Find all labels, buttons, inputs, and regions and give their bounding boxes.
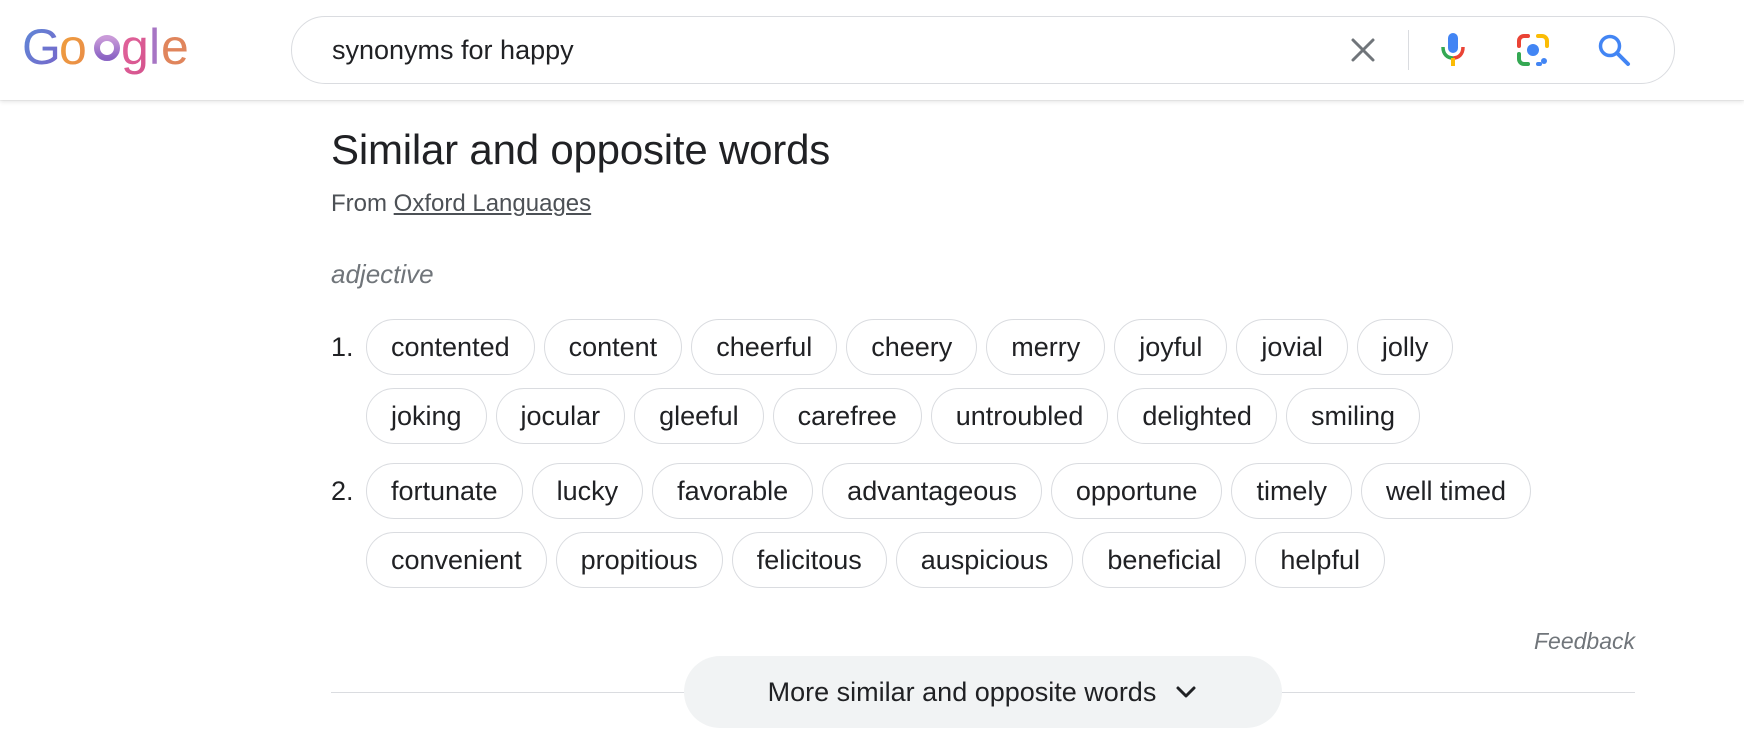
search-icon (1598, 34, 1630, 66)
synonym-chip[interactable]: jolly (1356, 319, 1454, 375)
search-box[interactable] (291, 16, 1675, 84)
svg-text:g: g (121, 19, 149, 75)
synonym-row: contented content cheerful cheery merry … (366, 319, 1454, 375)
svg-text:o: o (59, 19, 87, 75)
synonym-chip[interactable]: convenient (366, 532, 547, 588)
google-lens-icon (1517, 34, 1549, 66)
svg-text:G: G (22, 19, 61, 75)
synonym-chip[interactable]: jocular (495, 388, 626, 444)
synonym-chip[interactable]: merry (986, 319, 1106, 375)
synonym-chip[interactable]: felicitous (731, 532, 887, 588)
synonym-chip[interactable]: cheery (846, 319, 978, 375)
synonym-chip[interactable]: joking (366, 388, 487, 444)
synonym-chip[interactable]: cheerful (691, 319, 838, 375)
source-prefix: From (331, 190, 387, 217)
synonym-chip[interactable]: favorable (652, 463, 814, 519)
synonym-chip[interactable]: beneficial (1082, 532, 1247, 588)
synonym-chip[interactable]: untroubled (930, 388, 1109, 444)
synonym-chip[interactable]: auspicious (895, 532, 1074, 588)
synonym-chip[interactable]: delighted (1117, 388, 1277, 444)
voice-search-button[interactable] (1433, 30, 1473, 70)
synonym-chip[interactable]: smiling (1285, 388, 1420, 444)
synonym-chip[interactable]: propitious (555, 532, 723, 588)
search-input[interactable] (332, 17, 1272, 83)
close-icon (1351, 38, 1375, 62)
synonym-chip[interactable]: joyful (1114, 319, 1228, 375)
svg-text:l: l (149, 19, 160, 75)
feedback-link[interactable]: Feedback (1534, 628, 1635, 655)
synonym-chip[interactable]: content (543, 319, 683, 375)
sense-number: 1. (331, 332, 354, 362)
oxford-languages-link[interactable]: Oxford Languages (394, 190, 591, 217)
more-button-label: More similar and opposite words (767, 676, 1157, 707)
synonym-row: convenient propitious felicitous auspici… (366, 532, 1385, 588)
google-lens-button[interactable] (1513, 30, 1553, 70)
synonym-chip[interactable]: timely (1231, 463, 1352, 519)
more-similar-words-button[interactable]: More similar and opposite words (684, 656, 1282, 728)
panel-title: Similar and opposite words (331, 126, 831, 173)
synonym-chip[interactable]: helpful (1255, 532, 1385, 588)
svg-text:e: e (161, 19, 189, 75)
synonym-chip[interactable]: lucky (531, 463, 644, 519)
synonym-chip[interactable]: jovial (1236, 319, 1348, 375)
sense-number: 2. (331, 476, 354, 506)
part-of-speech: adjective (331, 259, 434, 289)
synonym-chip[interactable]: advantageous (822, 463, 1042, 519)
synonym-row: joking jocular gleeful carefree untroubl… (366, 388, 1420, 444)
synonym-chip[interactable]: contented (366, 319, 535, 375)
chevron-down-icon (1174, 680, 1198, 704)
synonym-chip[interactable]: opportune (1050, 463, 1223, 519)
synonym-chip[interactable]: gleeful (634, 388, 764, 444)
synonym-chip[interactable]: fortunate (366, 463, 523, 519)
search-submit-button[interactable] (1594, 30, 1634, 70)
synonym-row: fortunate lucky favorable advantageous o… (366, 463, 1531, 519)
synonym-chip[interactable]: carefree (772, 388, 922, 444)
clear-search-button[interactable] (1343, 30, 1383, 70)
google-doodle-logo[interactable]: G o g l e (22, 18, 204, 82)
search-box-divider (1408, 30, 1409, 70)
synonym-chip[interactable]: well timed (1360, 463, 1531, 519)
dictionary-source: From Oxford Languages (331, 190, 591, 218)
microphone-icon (1441, 33, 1465, 66)
search-header: G o g l e (0, 0, 1744, 100)
